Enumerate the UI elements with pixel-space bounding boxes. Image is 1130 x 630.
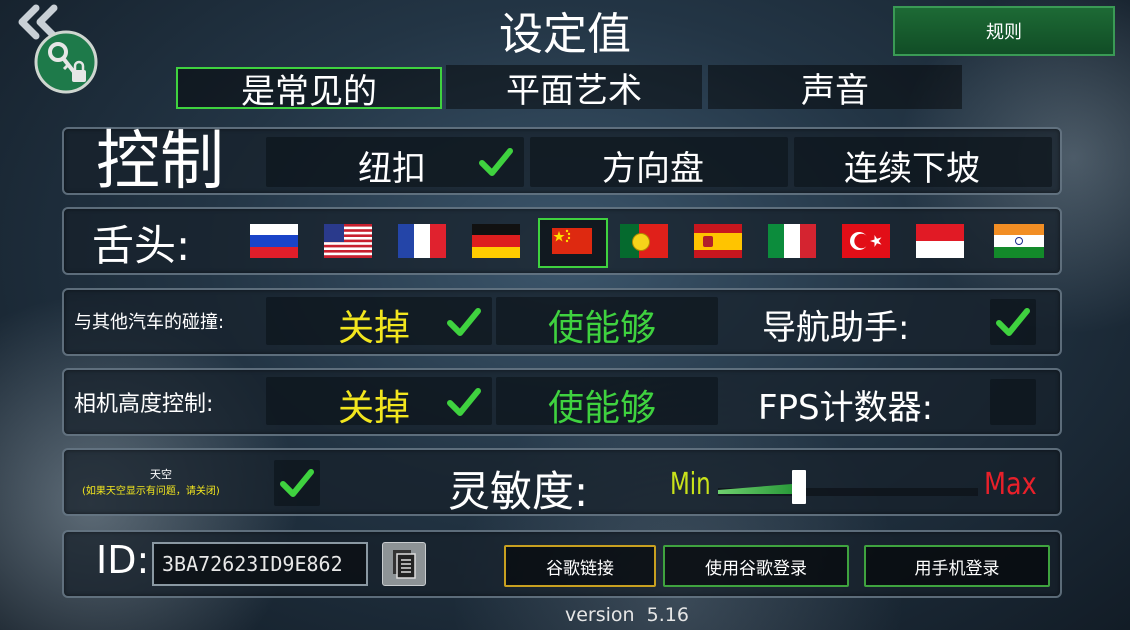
language-label: 舌头:	[92, 221, 191, 270]
indonesia-flag[interactable]	[916, 224, 964, 258]
copy-button[interactable]	[382, 542, 426, 586]
sky-label: 天空	[150, 468, 172, 481]
italy-flag[interactable]	[768, 224, 816, 258]
google-link-label: 谷歌链接	[546, 558, 614, 579]
control-option-tilt-label: 连续下坡	[844, 149, 980, 189]
collision-off-button[interactable]: 关掉	[266, 297, 492, 349]
control-option-buttons-label: 纽扣	[358, 149, 426, 189]
sky-checkbox[interactable]	[274, 460, 320, 506]
id-value: 3BA72623ID9E862	[162, 552, 343, 576]
checkmark-icon	[479, 148, 513, 176]
camera-height-on-label: 使能够	[548, 388, 657, 429]
rules-button[interactable]: 规则	[893, 6, 1115, 56]
india-flag[interactable]	[994, 224, 1044, 258]
sensitivity-handle[interactable]	[792, 470, 806, 504]
sensitivity-slider[interactable]	[718, 470, 978, 504]
checkmark-icon	[280, 469, 314, 497]
camera-height-off-button[interactable]: 关掉	[266, 377, 492, 429]
phone-login-label: 用手机登录	[914, 558, 1000, 579]
turkey-flag[interactable]	[842, 224, 890, 258]
checkmark-icon	[447, 388, 481, 416]
portugal-flag[interactable]	[620, 224, 668, 258]
control-option-tilt[interactable]: 连续下坡	[794, 137, 1052, 189]
key-lock-icon	[34, 30, 98, 94]
fps-counter-checkbox[interactable]	[990, 379, 1036, 425]
control-option-steering-wheel[interactable]: 方向盘	[530, 137, 788, 189]
france-flag[interactable]	[398, 224, 446, 258]
checkmark-icon	[996, 308, 1030, 336]
collision-label: 与其他汽车的碰撞:	[74, 312, 225, 333]
camera-height-off-label: 关掉	[338, 388, 411, 429]
tab-general-label: 是常见的	[241, 71, 377, 112]
germany-flag[interactable]	[472, 224, 520, 258]
google-link-button[interactable]: 谷歌链接	[504, 545, 656, 587]
sky-hint: (如果天空显示有问题，请关闭)	[82, 486, 220, 497]
collision-on-button[interactable]: 使能够	[496, 297, 718, 349]
tab-graphics-label: 平面艺术	[506, 70, 642, 111]
sensitivity-label: 灵敏度:	[448, 467, 589, 516]
control-option-steering-wheel-label: 方向盘	[602, 149, 704, 189]
collision-on-label: 使能够	[548, 308, 657, 349]
id-field[interactable]: 3BA72623ID9E862	[152, 542, 368, 586]
sensitivity-max-label: Max	[984, 467, 1037, 502]
rules-button-label: 规则	[986, 22, 1022, 43]
camera-height-on-button[interactable]: 使能够	[496, 377, 718, 429]
fps-counter-label: FPS计数器:	[758, 388, 934, 428]
china-flag[interactable]	[552, 228, 592, 254]
tab-graphics[interactable]: 平面艺术	[446, 65, 702, 111]
russia-flag[interactable]	[250, 224, 298, 258]
version-text: version 5.16	[565, 604, 689, 626]
checkmark-icon	[447, 308, 481, 336]
control-option-buttons[interactable]: 纽扣	[266, 137, 524, 189]
tab-sound-label: 声音	[801, 70, 869, 111]
page-title: 设定值	[499, 9, 631, 60]
id-label: ID:	[96, 538, 150, 582]
spain-flag[interactable]	[694, 224, 742, 258]
key-lock-button[interactable]	[34, 30, 98, 94]
navigation-label: 导航助手:	[762, 308, 910, 348]
phone-login-button[interactable]: 用手机登录	[864, 545, 1050, 587]
navigation-checkbox[interactable]	[990, 299, 1036, 345]
tab-general[interactable]: 是常见的	[176, 67, 442, 112]
tab-sound[interactable]: 声音	[708, 65, 962, 111]
google-login-button[interactable]: 使用谷歌登录	[663, 545, 849, 587]
controls-title: 控制	[96, 125, 224, 199]
collision-off-label: 关掉	[338, 308, 411, 349]
camera-height-label: 相机高度控制:	[74, 392, 214, 417]
sensitivity-min-label: Min	[670, 467, 711, 502]
usa-flag[interactable]	[324, 224, 372, 258]
google-login-label: 使用谷歌登录	[705, 558, 807, 579]
copy-icon	[393, 550, 416, 579]
